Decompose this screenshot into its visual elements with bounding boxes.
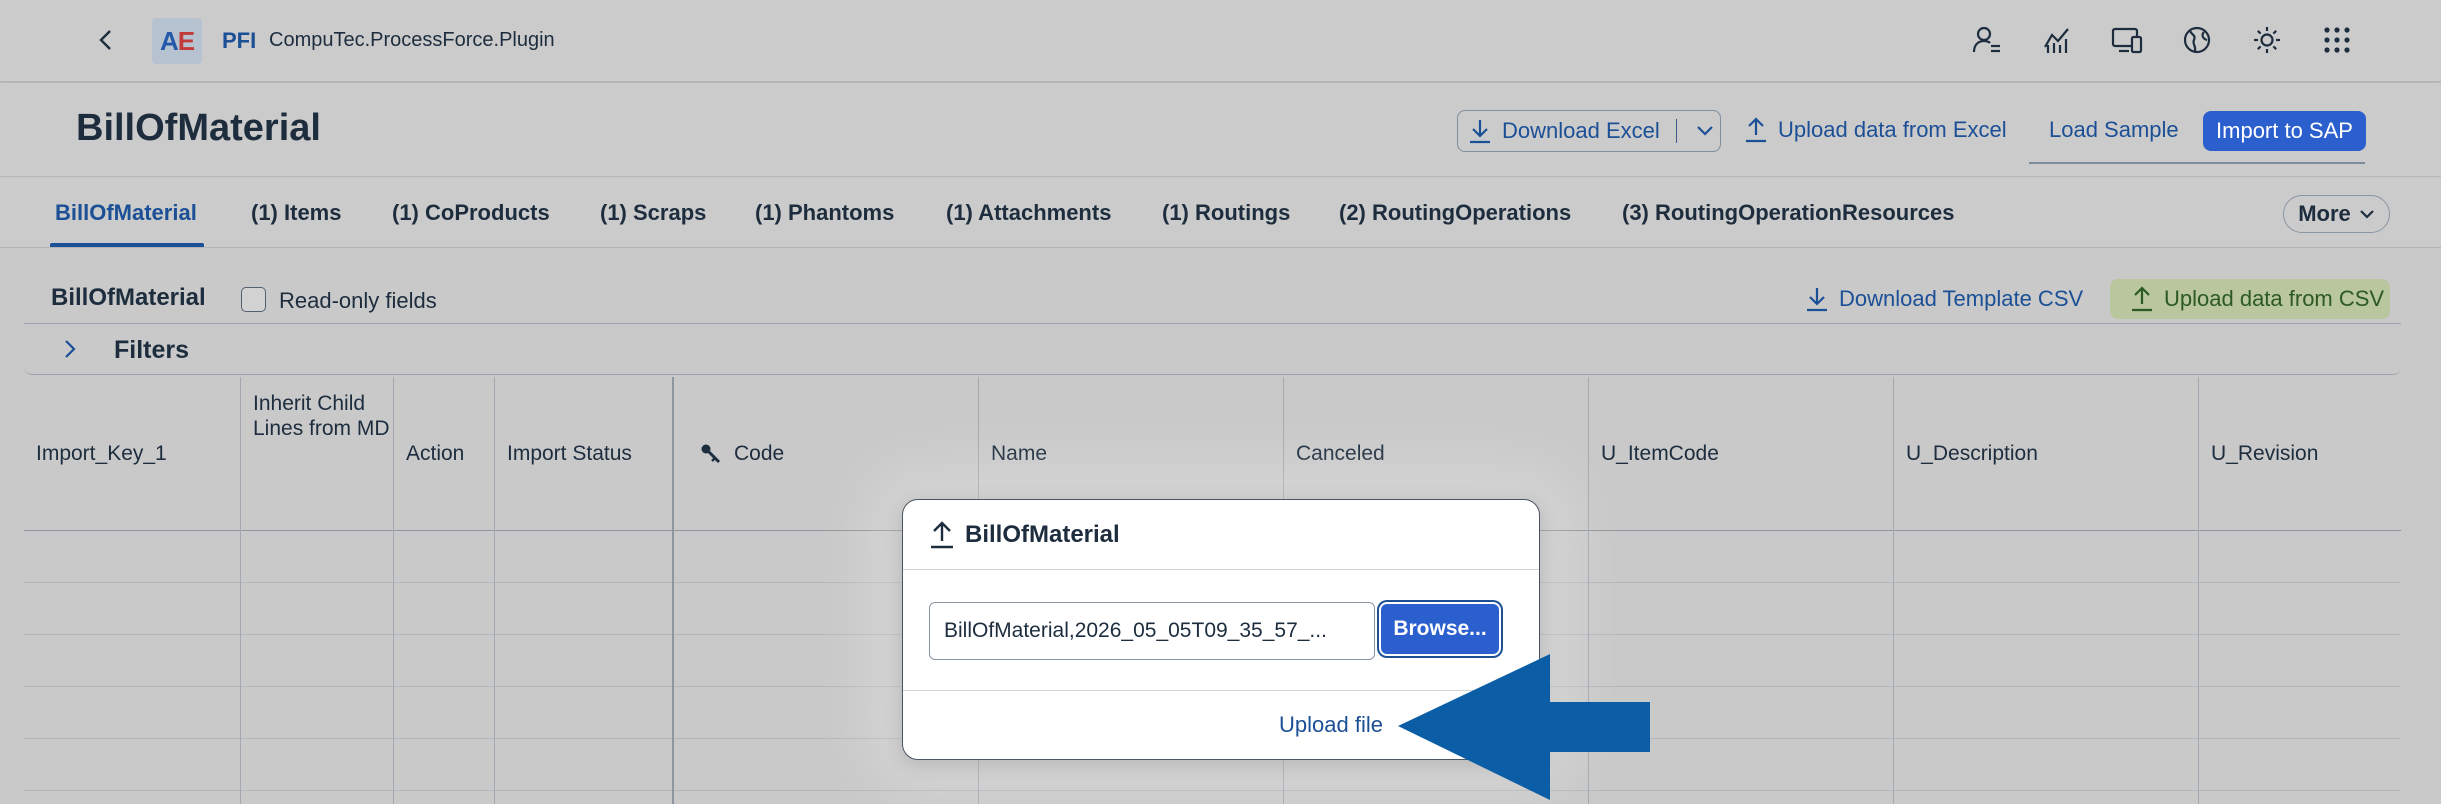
app-abbreviation: PFI [222,28,257,53]
tab-routing-operations[interactable]: (2) RoutingOperations [1339,200,1571,226]
column-header[interactable]: U_Description [1894,377,2199,531]
chevron-left-icon [99,30,111,50]
load-sample-button[interactable]: Load Sample [2049,110,2179,150]
column-header[interactable]: U_ItemCode [1589,377,1894,531]
browse-button[interactable]: Browse... [1381,604,1499,654]
download-template-csv-button[interactable]: Download Template CSV [1805,286,2083,312]
tab-coproducts[interactable]: (1) CoProducts [392,200,550,226]
column-header[interactable]: U_Revision [2199,377,2401,531]
key-icon [701,444,721,464]
table-toolbar: BillOfMaterial Read-only fields Download… [24,274,2401,324]
chevron-right-icon[interactable] [62,338,78,360]
upload-csv-button[interactable]: Upload data from CSV [2110,279,2390,319]
filters-label: Filters [114,336,190,364]
device-icon[interactable] [2109,22,2145,58]
download-excel-label: Download Excel [1502,118,1660,143]
readonly-checkbox[interactable] [241,287,266,312]
tab-routings[interactable]: (1) Routings [1162,200,1290,226]
download-template-csv-label: Download Template CSV [1839,286,2084,311]
upload-icon [931,521,953,549]
tab-attachments[interactable]: (1) Attachments [946,200,1111,226]
column-divider [672,531,674,804]
dialog-header: BillOfMaterial [903,500,1539,570]
globe-icon[interactable] [2179,22,2215,58]
column-divider [393,531,394,804]
import-to-sap-button[interactable]: Import to SAP [2203,111,2366,151]
analytics-icon[interactable] [2039,22,2075,58]
annotation-arrow-icon [1398,654,1650,800]
app-logo[interactable]: AE [152,18,202,64]
more-label: More [2298,201,2351,226]
more-tabs-button[interactable]: More [2283,195,2390,233]
column-divider [240,531,241,804]
upload-icon [1746,117,1766,143]
download-excel-button[interactable]: Download Excel [1457,110,1721,152]
tab-bar: BillOfMaterial (1) Items (1) CoProducts … [0,178,2441,248]
upload-file-button[interactable]: Upload file [1279,712,1383,738]
download-icon [1807,288,1827,312]
upload-excel-button[interactable]: Upload data from Excel [1744,110,2007,150]
filters-panel[interactable]: Filters [24,325,2401,375]
tab-billofmaterial[interactable]: BillOfMaterial [55,200,197,226]
column-header[interactable]: Import Status [495,377,674,531]
header-divider [2029,162,2365,164]
shell-bar: AE PFI CompuTec.ProcessForce.Plugin [0,0,2441,82]
app-grid-icon[interactable] [2319,22,2355,58]
tab-routing-operation-resources[interactable]: (3) RoutingOperationResources [1622,200,1954,226]
column-divider [2198,531,2199,804]
chevron-down-icon [2360,210,2374,219]
back-button[interactable] [88,22,124,58]
user-menu-icon[interactable] [1969,22,2005,58]
upload-csv-label: Upload data from CSV [2164,286,2385,311]
file-path-field[interactable]: BillOfMaterial,2026_05_05T09_35_57_... [929,602,1375,660]
theme-icon[interactable] [2249,22,2285,58]
app-name: CompuTec.ProcessForce.Plugin [269,29,555,51]
active-tab-indicator [50,243,204,247]
object-header: BillOfMaterial Download Excel Upload dat… [0,83,2441,177]
upload-icon [2132,286,2152,312]
column-header[interactable]: Action [394,377,495,531]
dialog-title: BillOfMaterial [965,521,1120,548]
column-header-label: Code [734,442,785,465]
column-header[interactable]: Inherit Child Lines from MD [241,377,394,531]
chevron-down-icon[interactable] [1695,124,1715,138]
download-icon [1470,120,1490,144]
tab-items[interactable]: (1) Items [251,200,341,226]
upload-excel-label: Upload data from Excel [1778,117,2007,142]
readonly-label: Read-only fields [279,288,437,313]
column-header[interactable]: Import_Key_1 [24,377,241,531]
column-divider [1893,531,1894,804]
page-title: BillOfMaterial [76,107,321,149]
tab-scraps[interactable]: (1) Scraps [600,200,706,226]
column-divider [494,531,495,804]
table-title: BillOfMaterial [51,284,206,311]
tab-phantoms[interactable]: (1) Phantoms [755,200,894,226]
